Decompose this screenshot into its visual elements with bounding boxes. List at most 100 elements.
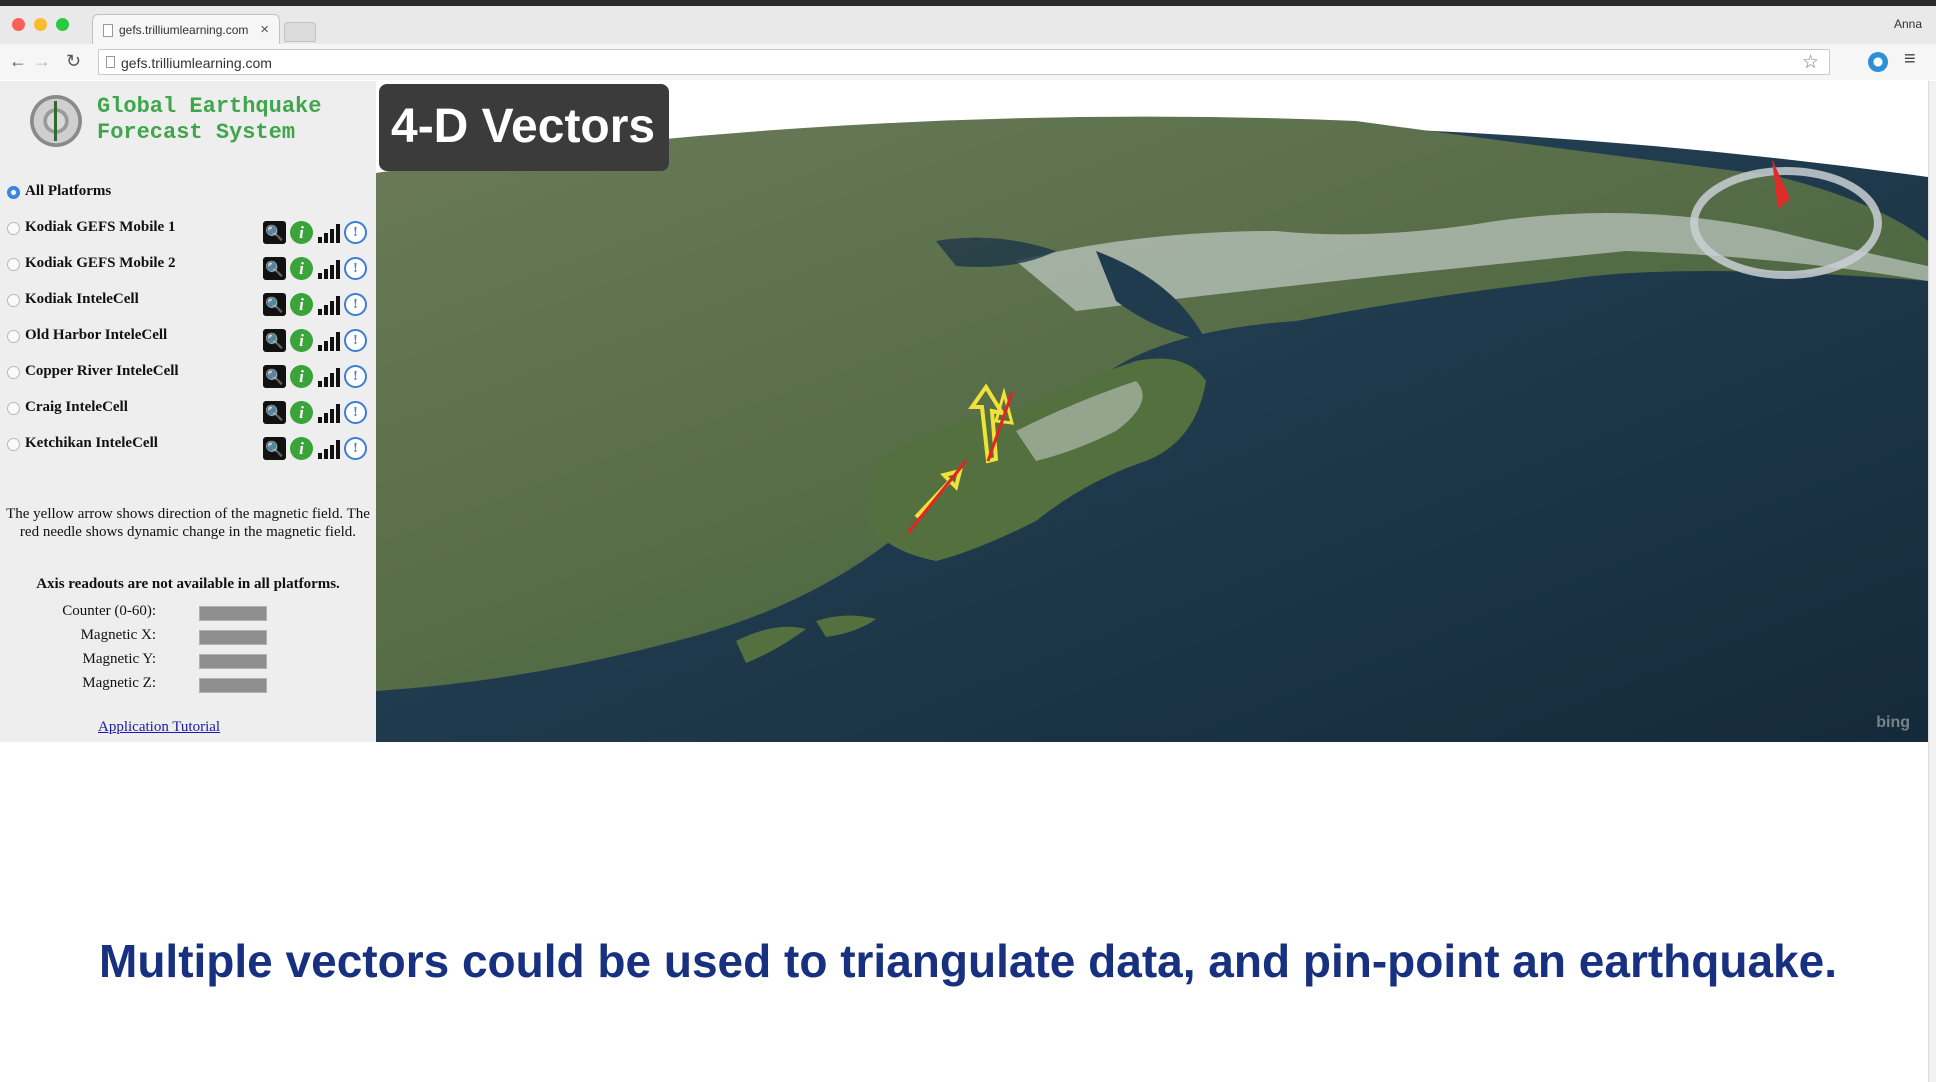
info-icon[interactable]: i xyxy=(290,221,313,244)
readout-label: Magnetic X: xyxy=(80,627,156,643)
browser-tab[interactable]: gefs.trilliumlearning.com × xyxy=(92,14,280,44)
readout-value-box xyxy=(199,678,267,693)
video-caption: Multiple vectors could be used to triang… xyxy=(99,935,1837,987)
platform-row[interactable]: Kodiak GEFS Mobile 2 🔍 i! xyxy=(0,254,376,290)
signal-bars-icon[interactable] xyxy=(317,221,340,244)
platform-label: Kodiak InteleCell xyxy=(25,291,139,307)
platform-radio[interactable] xyxy=(7,438,20,451)
platform-row[interactable]: Copper River InteleCell 🔍 i! xyxy=(0,362,376,398)
details-icon[interactable]: ! xyxy=(344,257,367,280)
details-icon[interactable]: ! xyxy=(344,221,367,244)
window-top-border xyxy=(0,0,1936,6)
readout-label: Magnetic Y: xyxy=(82,651,156,667)
details-icon[interactable]: ! xyxy=(344,293,367,316)
platform-label: Kodiak GEFS Mobile 2 xyxy=(25,255,176,271)
platform-row[interactable]: Craig InteleCell 🔍 i! xyxy=(0,398,376,434)
platform-radio[interactable] xyxy=(7,258,20,271)
platform-label: All Platforms xyxy=(25,183,112,199)
readout-row: Magnetic Y: xyxy=(0,651,376,675)
readout-label: Magnetic Z: xyxy=(82,675,156,691)
platform-radio[interactable] xyxy=(7,186,20,199)
details-icon[interactable]: ! xyxy=(344,437,367,460)
address-bar[interactable]: gefs.trilliumlearning.com ☆ xyxy=(98,49,1830,75)
tab-title: gefs.trilliumlearning.com xyxy=(119,23,249,37)
platform-tools: 🔍 i! xyxy=(263,365,367,388)
info-icon[interactable]: i xyxy=(290,437,313,460)
signal-bars-icon[interactable] xyxy=(317,257,340,280)
details-icon[interactable]: ! xyxy=(344,365,367,388)
page-icon xyxy=(103,24,113,37)
platform-row[interactable]: All Platforms xyxy=(0,182,376,218)
url-text: gefs.trilliumlearning.com xyxy=(121,55,272,71)
forward-icon[interactable]: → xyxy=(33,51,51,72)
signal-bars-icon[interactable] xyxy=(317,329,340,352)
readout-row: Counter (0-60): xyxy=(0,603,376,627)
info-icon[interactable]: i xyxy=(290,293,313,316)
platform-tools: 🔍 i! xyxy=(263,329,367,352)
readout-label: Counter (0-60): xyxy=(62,603,156,619)
readout-row: Magnetic Z: xyxy=(0,675,376,699)
details-icon[interactable]: ! xyxy=(344,401,367,424)
extension-icon[interactable] xyxy=(1868,52,1888,72)
scrollbar[interactable] xyxy=(1928,81,1936,1082)
signal-bars-icon[interactable] xyxy=(317,401,340,424)
platform-label: Old Harbor InteleCell xyxy=(25,327,168,343)
info-icon[interactable]: i xyxy=(290,365,313,388)
zoom-icon[interactable]: 🔍 xyxy=(263,329,286,352)
zoom-icon[interactable]: 🔍 xyxy=(263,365,286,388)
platform-tools: 🔍 i! xyxy=(263,293,367,316)
readout-value-box xyxy=(199,630,267,645)
platform-row[interactable]: Ketchikan InteleCell 🔍 i! xyxy=(0,434,376,470)
tab-close-icon[interactable]: × xyxy=(260,21,269,38)
signal-bars-icon[interactable] xyxy=(317,437,340,460)
menu-icon[interactable]: ≡ xyxy=(1904,48,1916,71)
signal-bars-icon[interactable] xyxy=(317,293,340,316)
platform-tools: 🔍 i! xyxy=(263,257,367,280)
legend-help-text: The yellow arrow shows direction of the … xyxy=(6,506,370,540)
map-overlay-title: 4-D Vectors xyxy=(379,84,670,171)
platform-tools: 🔍 i! xyxy=(263,437,367,460)
zoom-icon[interactable]: 🔍 xyxy=(263,437,286,460)
zoom-icon[interactable]: 🔍 xyxy=(263,293,286,316)
info-icon[interactable]: i xyxy=(290,329,313,352)
page-icon xyxy=(106,56,115,68)
platform-tools: 🔍 i! xyxy=(263,401,367,424)
info-icon[interactable]: i xyxy=(290,401,313,424)
platform-radio[interactable] xyxy=(7,402,20,415)
new-tab-button[interactable] xyxy=(284,22,316,42)
zoom-icon[interactable]: 🔍 xyxy=(263,257,286,280)
readout-value-box xyxy=(199,654,267,669)
platform-row[interactable]: Kodiak GEFS Mobile 1 🔍 i! xyxy=(0,218,376,254)
platform-radio[interactable] xyxy=(7,222,20,235)
back-icon[interactable]: ← xyxy=(9,51,27,72)
platform-radio[interactable] xyxy=(7,330,20,343)
bookmark-star-icon[interactable]: ☆ xyxy=(1802,51,1819,74)
globe-render xyxy=(376,116,1928,742)
readout-value-box xyxy=(199,606,267,621)
toolbar: ← → ↻ gefs.trilliumlearning.com ☆ ≡ xyxy=(0,44,1936,80)
platform-row[interactable]: Kodiak InteleCell 🔍 i! xyxy=(0,290,376,326)
reload-icon[interactable]: ↻ xyxy=(66,51,81,72)
platform-label: Craig InteleCell xyxy=(25,399,128,415)
platform-tools: 🔍 i! xyxy=(263,221,367,244)
platform-label: Kodiak GEFS Mobile 1 xyxy=(25,219,176,235)
zoom-window-button[interactable] xyxy=(56,18,69,31)
window-controls xyxy=(12,18,69,31)
bing-attribution: bing xyxy=(1876,714,1910,731)
platform-label: Copper River InteleCell xyxy=(25,363,179,379)
tutorial-link[interactable]: Application Tutorial xyxy=(98,719,220,736)
globe-map-view[interactable]: 4-D Vectors bing xyxy=(376,81,1928,742)
close-window-button[interactable] xyxy=(12,18,25,31)
profile-name[interactable]: Anna xyxy=(1894,17,1922,31)
info-icon[interactable]: i xyxy=(290,257,313,280)
platform-sidebar: Global Earthquake Forecast System All Pl… xyxy=(0,81,376,742)
platform-radio[interactable] xyxy=(7,366,20,379)
zoom-icon[interactable]: 🔍 xyxy=(263,221,286,244)
zoom-icon[interactable]: 🔍 xyxy=(263,401,286,424)
platform-radio[interactable] xyxy=(7,294,20,307)
details-icon[interactable]: ! xyxy=(344,329,367,352)
minimize-window-button[interactable] xyxy=(34,18,47,31)
signal-bars-icon[interactable] xyxy=(317,365,340,388)
axis-readouts: Counter (0-60): Magnetic X: Magnetic Y: Mag… xyxy=(0,603,376,699)
platform-row[interactable]: Old Harbor InteleCell 🔍 i! xyxy=(0,326,376,362)
